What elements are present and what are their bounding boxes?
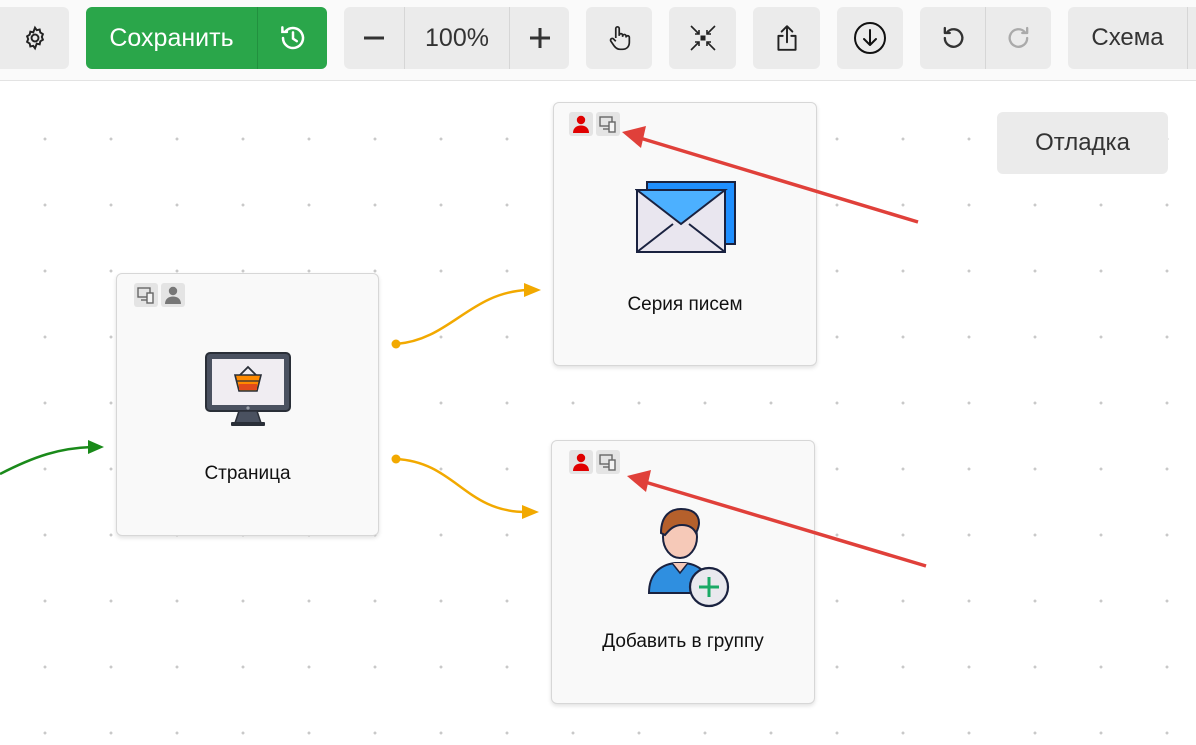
download-button[interactable] <box>837 7 903 69</box>
debug-button[interactable]: Отладка <box>997 112 1168 174</box>
divider <box>1187 7 1188 69</box>
user-badge-red <box>569 450 593 474</box>
node-add-to-group[interactable]: Добавить в группу <box>551 440 815 704</box>
export-button[interactable] <box>753 7 820 69</box>
fit-group <box>669 7 736 69</box>
user-red-icon <box>573 453 589 471</box>
node-label: Страница <box>204 463 291 484</box>
download-group <box>837 7 903 69</box>
pan-group <box>586 7 652 69</box>
pan-button[interactable] <box>586 7 652 69</box>
user-badge <box>161 283 185 307</box>
export-group <box>753 7 820 69</box>
monitor-basket-icon <box>205 352 291 426</box>
schema-button[interactable]: Схема <box>1068 7 1187 69</box>
toolbar: Сохранить 100% Схема <box>0 0 1196 81</box>
devices-icon <box>599 454 616 471</box>
save-group: Сохранить <box>86 7 327 69</box>
history-icon <box>280 26 304 50</box>
minus-icon <box>364 36 384 40</box>
user-gray-icon <box>165 286 181 304</box>
settings-button[interactable] <box>0 7 69 69</box>
user-red-icon <box>573 115 589 133</box>
settings-group <box>0 7 69 69</box>
device-badge <box>596 450 620 474</box>
add-user-icon <box>647 507 730 608</box>
undo-icon <box>943 26 963 48</box>
history-nav-group <box>920 7 1051 69</box>
fit-button[interactable] <box>669 7 736 69</box>
zoom-out-button[interactable] <box>344 7 404 69</box>
plus-icon <box>529 28 550 48</box>
envelope-icon <box>634 181 736 253</box>
gear-icon <box>25 25 44 51</box>
redo-icon <box>1008 26 1028 48</box>
redo-button[interactable] <box>986 7 1051 69</box>
node-label: Серия писем <box>627 294 743 315</box>
collapse-icon <box>689 25 716 51</box>
share-icon <box>776 25 797 51</box>
node-icon <box>634 180 739 259</box>
node-label: Добавить в группу <box>602 631 764 652</box>
save-button[interactable]: Сохранить <box>86 7 257 69</box>
undo-button[interactable] <box>920 7 985 69</box>
download-icon <box>854 22 886 54</box>
node-page[interactable]: Страница <box>116 273 379 536</box>
node-email-series[interactable]: Серия писем <box>553 102 817 366</box>
device-badge <box>596 112 620 136</box>
zoom-in-button[interactable] <box>510 7 569 69</box>
zoom-level[interactable]: 100% <box>405 7 509 69</box>
history-button[interactable] <box>258 7 327 69</box>
devices-icon <box>599 116 616 133</box>
schema-group: Схема <box>1068 7 1196 69</box>
device-badge <box>134 283 158 307</box>
user-badge-red <box>569 112 593 136</box>
devices-icon <box>137 287 154 304</box>
zoom-group: 100% <box>344 7 569 69</box>
hand-pointer-icon <box>609 26 631 51</box>
node-icon <box>204 351 292 432</box>
node-icon <box>647 507 731 614</box>
